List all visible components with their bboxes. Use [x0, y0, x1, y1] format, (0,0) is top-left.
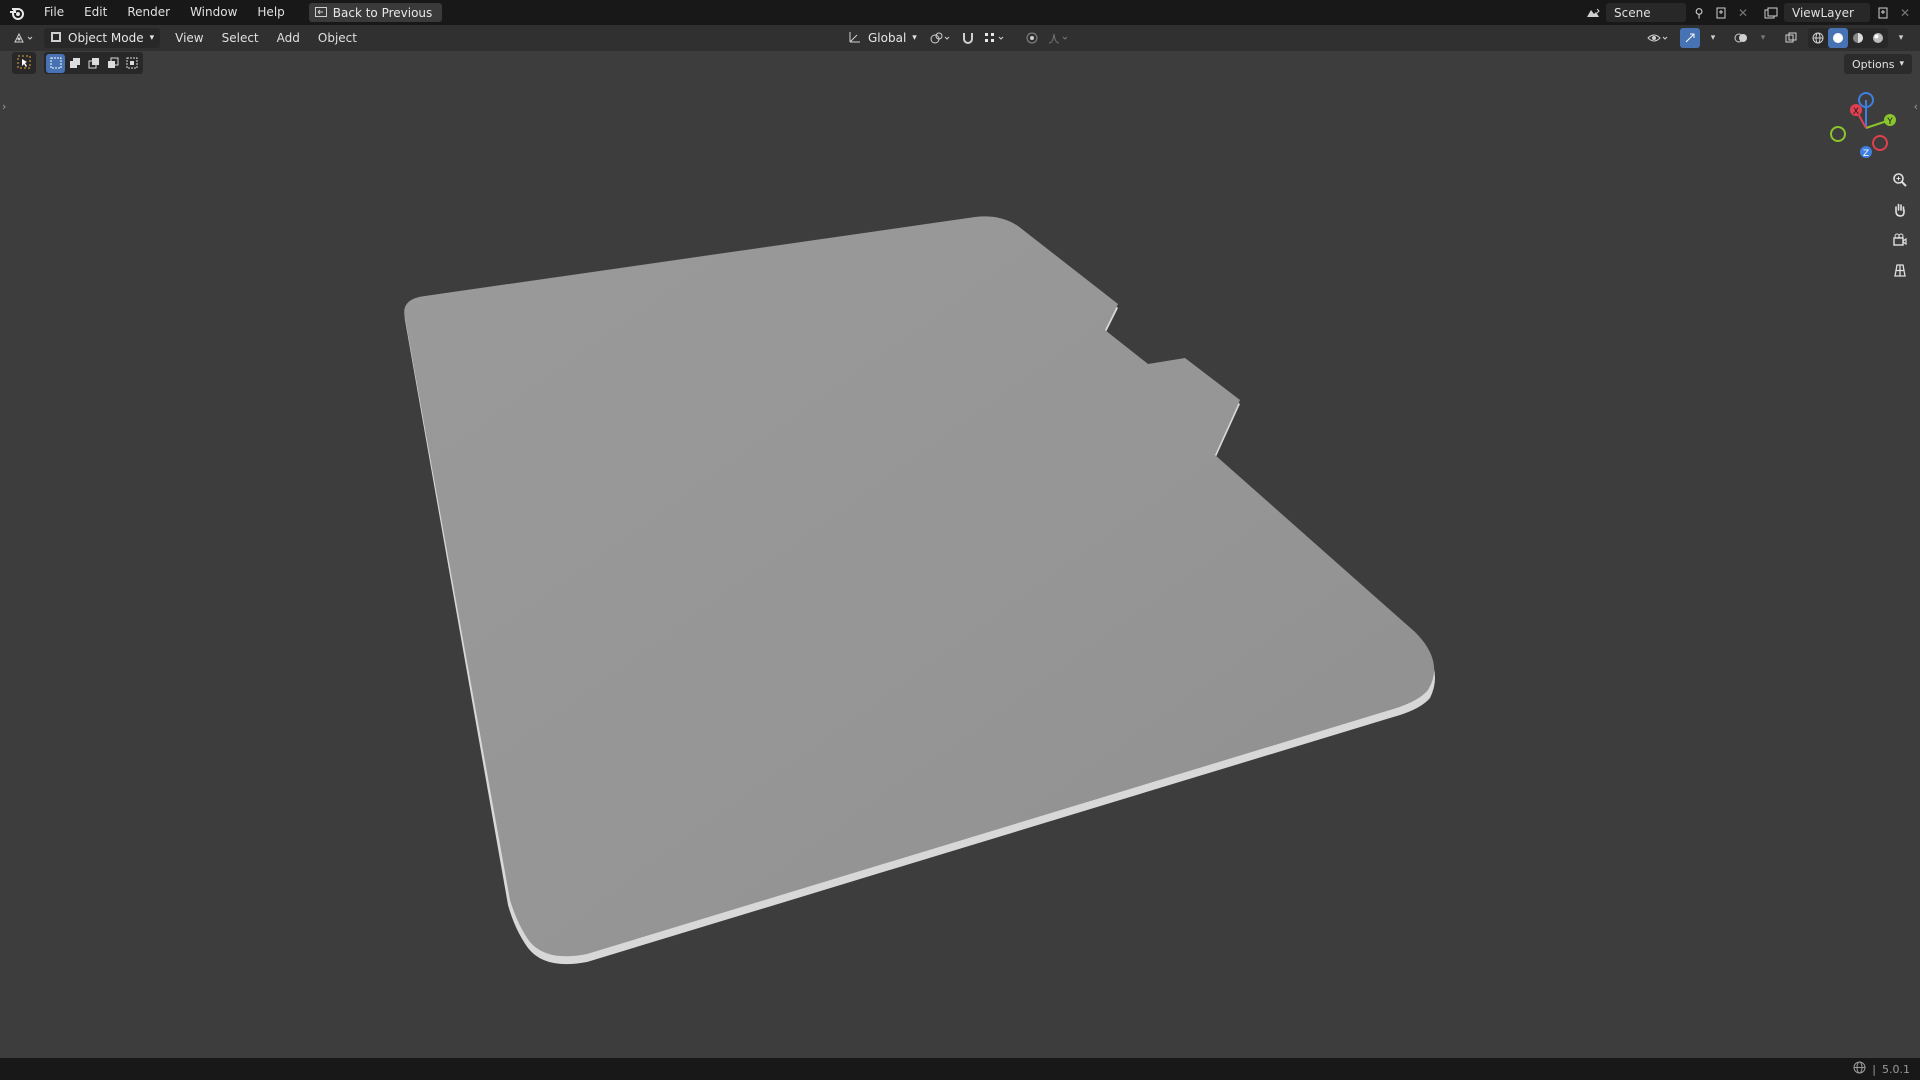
chevron-down-icon: ▾ [149, 33, 155, 43]
menu-help[interactable]: Help [247, 0, 294, 25]
proportional-icon[interactable] [1023, 29, 1041, 48]
menu-file[interactable]: File [34, 0, 74, 25]
grid-view-icon[interactable] [1888, 258, 1912, 282]
viewport-display-controls: ▾ ▾ ▾ [1644, 25, 1910, 51]
snap-toggle-icon[interactable] [959, 29, 977, 48]
blender-logo-icon[interactable] [0, 0, 34, 25]
close-icon[interactable]: ✕ [1734, 3, 1752, 22]
object-mode-label: Object Mode [68, 31, 144, 45]
back-label: Back to Previous [332, 5, 433, 20]
header-menu-object[interactable]: Object [309, 25, 366, 51]
top-bar: File Edit Render Window Help Back to Pre… [0, 0, 1920, 25]
scene-name: Scene [1614, 5, 1651, 20]
navigation-gizmo[interactable]: Z Y X [1826, 88, 1906, 168]
gizmo-icon [1680, 28, 1700, 48]
material-icon[interactable] [1848, 28, 1868, 48]
viewport-header: Object Mode ▾ View Select Add Object Glo… [0, 25, 1920, 51]
solid-icon[interactable] [1828, 28, 1848, 48]
mesh-object[interactable] [404, 216, 1435, 957]
viewlayer-name: ViewLayer [1792, 5, 1854, 20]
menu-edit[interactable]: Edit [74, 0, 117, 25]
transform-orientation-icon [848, 30, 862, 47]
header-menu-view[interactable]: View [166, 25, 212, 51]
viewport-canvas[interactable] [0, 51, 1920, 1058]
transform-orientation-dropdown[interactable]: Global ▾ [842, 28, 923, 48]
overlay-icon[interactable] [1732, 29, 1750, 48]
chevron-down-icon: ▾ [912, 33, 917, 43]
pivot-icon[interactable] [927, 29, 955, 48]
back-icon [314, 6, 327, 20]
object-mode-icon [50, 31, 62, 46]
new-scene-icon[interactable] [1712, 3, 1730, 22]
gizmo-x-label: X [1853, 107, 1859, 117]
gizmo-neg-x-handle[interactable] [1872, 135, 1888, 151]
top-right-controls: Scene ⚲ ✕ ViewLayer ✕ [1584, 0, 1914, 25]
visibility-icon[interactable] [1644, 29, 1672, 48]
pin-icon[interactable]: ⚲ [1690, 3, 1708, 22]
scene-icon[interactable] [1584, 3, 1602, 22]
gizmo-neg-y-handle[interactable] [1830, 126, 1846, 142]
transform-orientation-label: Global [868, 31, 907, 45]
transform-controls: Global ▾ [836, 25, 1073, 51]
new-viewlayer-icon[interactable] [1874, 3, 1892, 22]
editor-type-icon[interactable] [10, 29, 38, 48]
scene-field[interactable]: Scene [1606, 3, 1686, 22]
close-viewlayer-icon[interactable]: ✕ [1896, 3, 1914, 22]
overlay-dropdown-icon[interactable]: ▾ [1754, 29, 1772, 48]
snap-icon[interactable] [981, 29, 1009, 48]
header-menu-add[interactable]: Add [268, 25, 309, 51]
object-mode-dropdown[interactable]: Object Mode ▾ [44, 28, 161, 48]
gizmo-toggle[interactable] [1680, 28, 1700, 48]
shading-dropdown-icon[interactable]: ▾ [1892, 29, 1910, 48]
viewlayer-field[interactable]: ViewLayer [1784, 3, 1870, 22]
menu-render[interactable]: Render [117, 0, 180, 25]
gizmo-y-label: Y [1886, 117, 1893, 127]
back-to-previous-button[interactable]: Back to Previous [308, 3, 443, 22]
status-bar: | 5.0.1 [0, 1058, 1920, 1080]
viewlayer-icon[interactable] [1762, 3, 1780, 22]
wireframe-icon[interactable] [1808, 28, 1828, 48]
xray-icon[interactable] [1782, 29, 1800, 48]
gizmo-z-label: Z [1863, 149, 1869, 159]
globe-icon [1853, 1061, 1866, 1077]
camera-icon[interactable] [1888, 228, 1912, 252]
rendered-icon[interactable] [1868, 28, 1888, 48]
menu-window[interactable]: Window [180, 0, 247, 25]
version-label: 5.0.1 [1882, 1062, 1910, 1076]
status-divider: | [1872, 1062, 1876, 1076]
hand-pan-icon[interactable] [1888, 198, 1912, 222]
zoom-icon[interactable] [1888, 168, 1912, 192]
gizmo-dropdown-icon[interactable]: ▾ [1704, 29, 1722, 48]
header-menu-select[interactable]: Select [213, 25, 268, 51]
shading-mode-group [1808, 28, 1888, 48]
falloff-icon[interactable] [1045, 29, 1073, 48]
